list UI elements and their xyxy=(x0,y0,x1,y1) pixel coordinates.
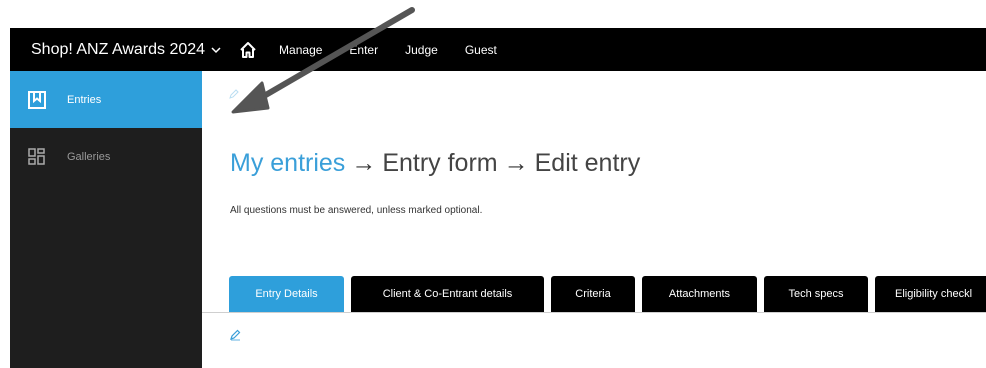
nav-judge[interactable]: Judge xyxy=(405,43,438,57)
breadcrumb-my-entries[interactable]: My entries xyxy=(230,149,345,177)
tab-label: Client & Co-Entrant details xyxy=(382,288,513,300)
nav-manage[interactable]: Manage xyxy=(279,43,322,57)
bookmark-icon xyxy=(28,90,46,109)
breadcrumb: My entries → Entry form → Edit entry xyxy=(230,149,640,178)
tab-entry-details[interactable]: Entry Details xyxy=(229,276,344,312)
tab-attachments[interactable]: Attachments xyxy=(642,276,757,312)
sidebar-item-galleries[interactable]: Galleries xyxy=(10,128,202,185)
breadcrumb-edit-entry: Edit entry xyxy=(534,149,641,177)
breadcrumb-entry-form: Entry form xyxy=(382,149,498,177)
breadcrumb-separator: → xyxy=(351,149,377,177)
tab-eligibility-checklist[interactable]: Eligibility checkl xyxy=(875,276,986,312)
program-name: Shop! ANZ Awards 2024 xyxy=(31,40,206,58)
sidebar: Entries Galleries xyxy=(10,71,202,368)
app-frame: Shop! ANZ Awards 2024 Manage Enter Judge… xyxy=(10,28,986,368)
tab-label: Eligibility checkl xyxy=(895,288,973,300)
top-navigation-bar: Shop! ANZ Awards 2024 Manage Enter Judge… xyxy=(10,28,986,71)
sidebar-item-label: Entries xyxy=(67,93,102,106)
tab-tech-specs[interactable]: Tech specs xyxy=(764,276,868,312)
tab-client-co-entrant-details[interactable]: Client & Co-Entrant details xyxy=(351,276,544,312)
pencil-icon xyxy=(229,89,239,99)
tab-label: Criteria xyxy=(575,288,611,300)
program-selector[interactable]: Shop! ANZ Awards 2024 xyxy=(31,41,222,59)
required-fields-hint: All questions must be answered, unless m… xyxy=(230,205,483,216)
breadcrumb-separator: → xyxy=(503,149,529,177)
entry-tabs: Entry Details Client & Co-Entrant detail… xyxy=(229,276,986,312)
tab-label: Tech specs xyxy=(788,288,844,300)
chevron-down-icon xyxy=(211,46,221,53)
main-content: My entries → Entry form → Edit entry All que… xyxy=(202,71,986,368)
home-icon[interactable] xyxy=(238,40,258,60)
tab-label: Entry Details xyxy=(255,288,318,300)
tab-label: Attachments xyxy=(668,288,731,300)
sidebar-item-entries[interactable]: Entries xyxy=(10,71,202,128)
main-nav: Manage Enter Judge Guest xyxy=(279,43,524,57)
nav-guest[interactable]: Guest xyxy=(465,43,497,57)
sidebar-item-label: Galleries xyxy=(67,150,111,163)
grid-icon xyxy=(28,147,45,165)
tab-criteria[interactable]: Criteria xyxy=(551,276,635,312)
tab-divider xyxy=(202,312,986,313)
nav-enter[interactable]: Enter xyxy=(349,43,378,57)
edit-pencil-icon[interactable] xyxy=(229,328,242,341)
